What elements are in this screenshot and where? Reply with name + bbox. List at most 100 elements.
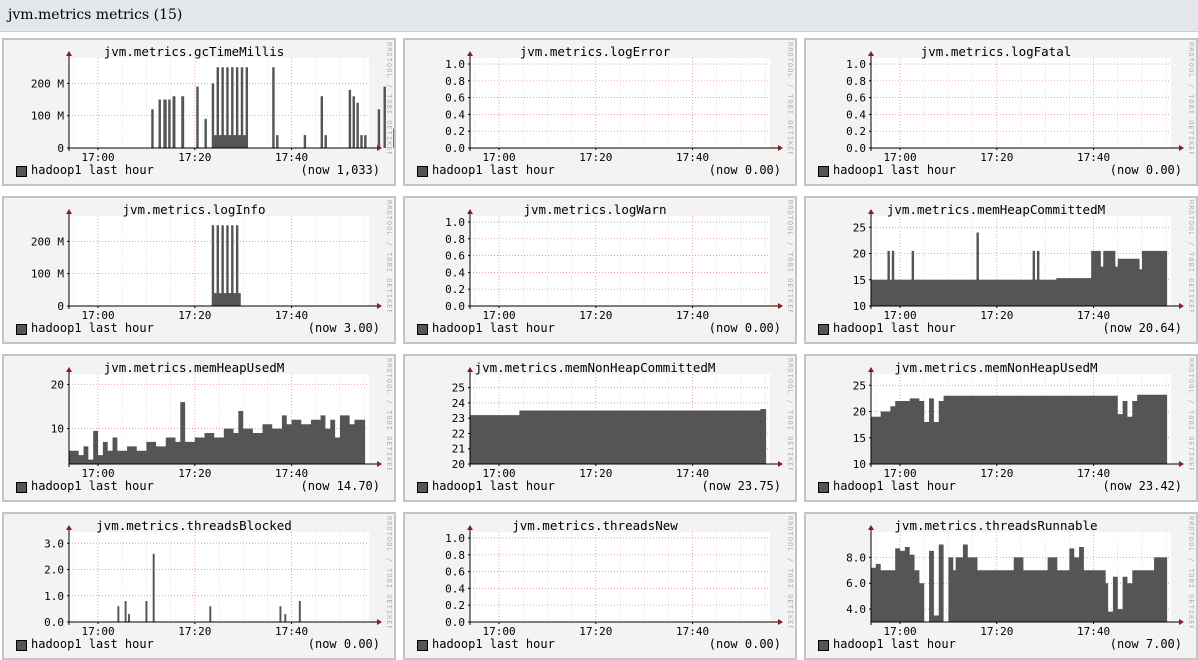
y-tick-label: 0 — [57, 142, 64, 155]
x-axis-arrow — [1179, 461, 1184, 467]
graph-title: jvm.metrics.memHeapUsedM — [103, 360, 285, 375]
y-tick-label: 0.6 — [445, 250, 465, 263]
y-tick-label: 8.0 — [846, 551, 866, 564]
legend-swatch — [16, 324, 27, 335]
graph-panel[interactable]: 0.0 0.2 0.4 0.6 0.8 1.0 17:00 17:20 17:40 jvm.met… — [403, 38, 797, 186]
graph-panel[interactable]: 0.0 0.2 0.4 0.6 0.8 1.0 17:00 17:20 17:40 jvm.met… — [804, 38, 1198, 186]
rrdtool-watermark: RRDTOOL / TOBI OETIKER — [786, 200, 794, 312]
current-value: (now 0.00) — [1109, 163, 1182, 177]
current-value: (now 0.00) — [307, 637, 380, 651]
y-tick-label: 200 M — [31, 235, 64, 248]
legend-swatch — [818, 482, 829, 493]
y-tick-label: 0.0 — [44, 616, 64, 629]
series-area — [470, 406, 767, 464]
graph-panel[interactable]: 10 15 20 25 17:00 17:20 17:40 jvm.metrics.memNo… — [804, 354, 1198, 502]
legend-swatch — [417, 640, 428, 651]
y-tick-label: 0.8 — [445, 233, 465, 246]
graph-title: jvm.metrics.memNonHeapUsedM — [894, 360, 1098, 375]
graph-panel[interactable]: 0 100 M 200 M 17:00 17:20 17:40 jvm.metrics.gc… — [2, 38, 396, 186]
legend-swatch — [818, 324, 829, 335]
y-tick-label: 0.4 — [846, 108, 866, 121]
current-value: (now 1,033) — [300, 163, 380, 177]
rrdtool-watermark: RRDTOOL / TOBI OETIKER — [385, 516, 393, 628]
x-tick-label: 17:20 — [980, 467, 1013, 480]
rrdtool-watermark: RRDTOOL / TOBI OETIKER — [1187, 200, 1195, 312]
y-tick-label: 20 — [51, 378, 64, 391]
x-axis-arrow — [1179, 619, 1184, 625]
rrdtool-watermark: RRDTOOL / TOBI OETIKER — [786, 42, 794, 154]
x-tick-label: 17:40 — [1077, 151, 1110, 164]
y-tick-label: 21 — [452, 443, 465, 456]
x-tick-label: 17:40 — [676, 309, 709, 322]
rrdtool-watermark: RRDTOOL / TOBI OETIKER — [1187, 516, 1195, 628]
graph-panel[interactable]: 10 20 17:00 17:20 17:40 jvm.metrics.memHeapUs… — [2, 354, 396, 502]
x-tick-label: 17:40 — [275, 309, 308, 322]
y-tick-label: 1.0 — [445, 532, 465, 545]
current-value: (now 14.70) — [300, 479, 380, 493]
y-tick-label: 0.6 — [445, 92, 465, 105]
x-axis-arrow — [778, 303, 783, 309]
graph-title: jvm.metrics.memNonHeapCommittedM — [474, 360, 716, 375]
y-tick-label: 22 — [452, 427, 465, 440]
current-value: (now 7.00) — [1109, 637, 1182, 651]
x-tick-label: 17:20 — [579, 467, 612, 480]
y-tick-label: 6.0 — [846, 577, 866, 590]
graph-panel[interactable]: 0.0 0.2 0.4 0.6 0.8 1.0 17:00 17:20 17:40 jvm.met… — [403, 512, 797, 660]
x-tick-label: 17:20 — [178, 309, 211, 322]
rrdtool-watermark: RRDTOOL / TOBI OETIKER — [385, 42, 393, 154]
legend-swatch — [16, 482, 27, 493]
y-tick-label: 0.0 — [846, 142, 866, 155]
y-tick-label: 20 — [853, 248, 866, 261]
y-tick-label: 4.0 — [846, 603, 866, 616]
legend-swatch — [417, 324, 428, 335]
y-tick-label: 1.0 — [44, 590, 64, 603]
graph-panel[interactable]: 20 21 22 23 24 25 17:00 17:20 17:40 jvm.metrics.m… — [403, 354, 797, 502]
y-tick-label: 0.2 — [445, 599, 465, 612]
legend-label: hadoop1 last hour — [833, 479, 956, 493]
x-tick-label: 17:40 — [676, 151, 709, 164]
y-tick-label: 0.2 — [445, 283, 465, 296]
y-tick-label: 0.0 — [445, 142, 465, 155]
current-value: (now 23.42) — [1102, 479, 1182, 493]
x-axis-arrow — [377, 303, 382, 309]
graph-panel[interactable]: 4.0 6.0 8.0 17:00 17:20 17:40 jvm.metrics.thre… — [804, 512, 1198, 660]
legend-swatch — [16, 166, 27, 177]
y-tick-label: 25 — [452, 382, 465, 395]
series-area — [871, 393, 1168, 464]
y-tick-label: 10 — [853, 300, 866, 313]
y-tick-label: 3.0 — [44, 537, 64, 550]
graph-panel[interactable]: 0.0 0.2 0.4 0.6 0.8 1.0 17:00 17:20 17:40 jvm.met… — [403, 196, 797, 344]
rrdtool-watermark: RRDTOOL / TOBI OETIKER — [786, 358, 794, 470]
current-value: (now 0.00) — [708, 163, 781, 177]
x-axis-arrow — [778, 145, 783, 151]
y-tick-label: 0.0 — [445, 616, 465, 629]
x-tick-label: 17:20 — [579, 151, 612, 164]
legend-swatch — [818, 166, 829, 177]
page-title: jvm.metrics metrics (15) — [8, 7, 183, 23]
y-tick-label: 0.6 — [846, 92, 866, 105]
graph-title: jvm.metrics.logInfo — [122, 202, 266, 217]
x-tick-label: 17:20 — [980, 151, 1013, 164]
legend-label: hadoop1 last hour — [31, 163, 154, 177]
x-tick-label: 17:20 — [178, 151, 211, 164]
x-tick-label: 17:40 — [275, 625, 308, 638]
y-tick-label: 0.2 — [445, 125, 465, 138]
x-tick-label: 17:20 — [579, 625, 612, 638]
graph-title: jvm.metrics.threadsNew — [512, 518, 678, 533]
x-axis-arrow — [778, 619, 783, 625]
y-tick-label: 1.0 — [445, 216, 465, 229]
y-tick-label: 100 M — [31, 110, 64, 123]
graph-panel[interactable]: 0.0 1.0 2.0 3.0 17:00 17:20 17:40 jvm.metrics.t… — [2, 512, 396, 660]
current-value: (now 20.64) — [1102, 321, 1182, 335]
x-tick-label: 17:20 — [178, 467, 211, 480]
y-tick-label: 20 — [452, 458, 465, 471]
x-tick-label: 17:20 — [579, 309, 612, 322]
y-tick-label: 0.8 — [445, 549, 465, 562]
y-tick-label: 0.8 — [846, 75, 866, 88]
current-value: (now 3.00) — [307, 321, 380, 335]
graph-title: jvm.metrics.threadsBlocked — [96, 518, 292, 533]
y-tick-label: 20 — [853, 406, 866, 419]
rrdtool-watermark: RRDTOOL / TOBI OETIKER — [786, 516, 794, 628]
graph-panel[interactable]: 0 100 M 200 M 17:00 17:20 17:40 jvm.metrics.lo… — [2, 196, 396, 344]
graph-panel[interactable]: 10 15 20 25 17:00 17:20 17:40 jvm.metrics.memHe… — [804, 196, 1198, 344]
